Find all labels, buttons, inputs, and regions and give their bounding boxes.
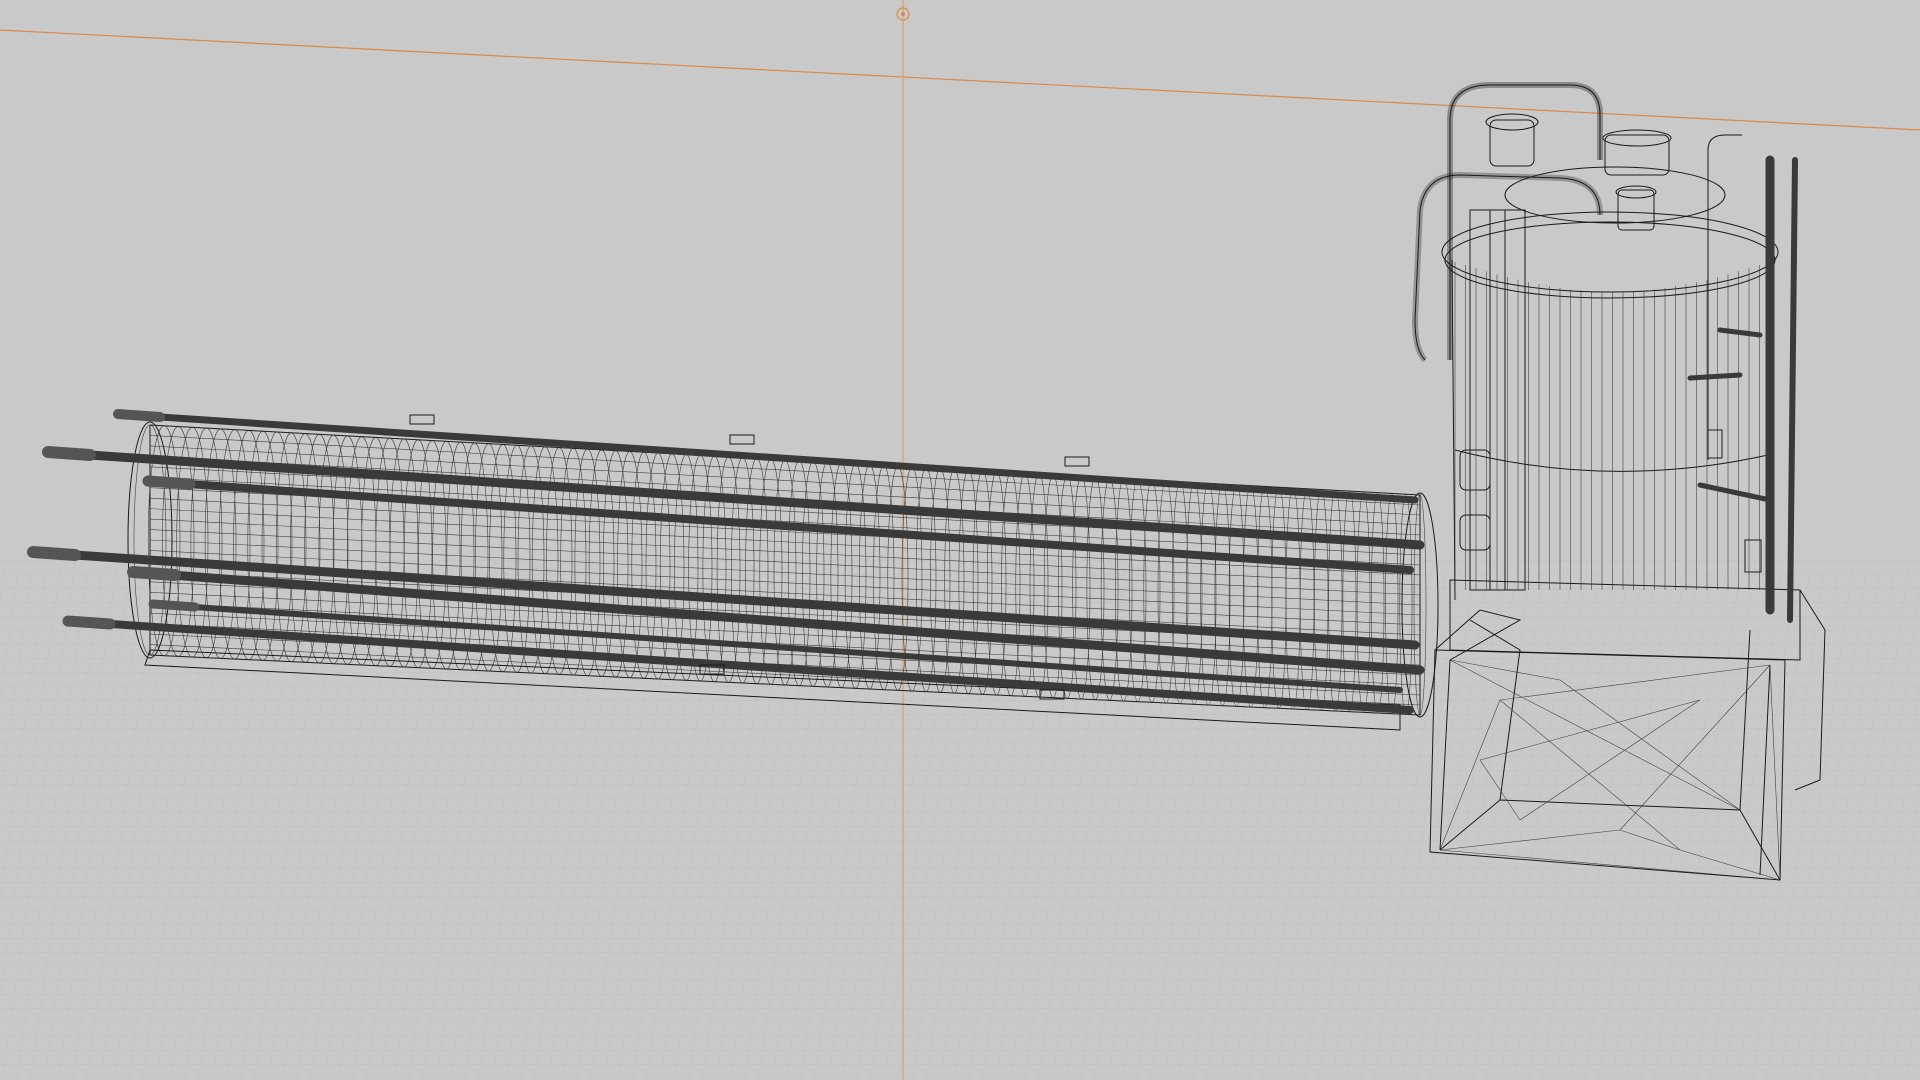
- x-axis-line: [0, 29, 1920, 131]
- 3d-viewport[interactable]: [0, 0, 1920, 1080]
- tube-rod[interactable]: [126, 411, 1419, 504]
- viewport-scene[interactable]: [0, 0, 1920, 1080]
